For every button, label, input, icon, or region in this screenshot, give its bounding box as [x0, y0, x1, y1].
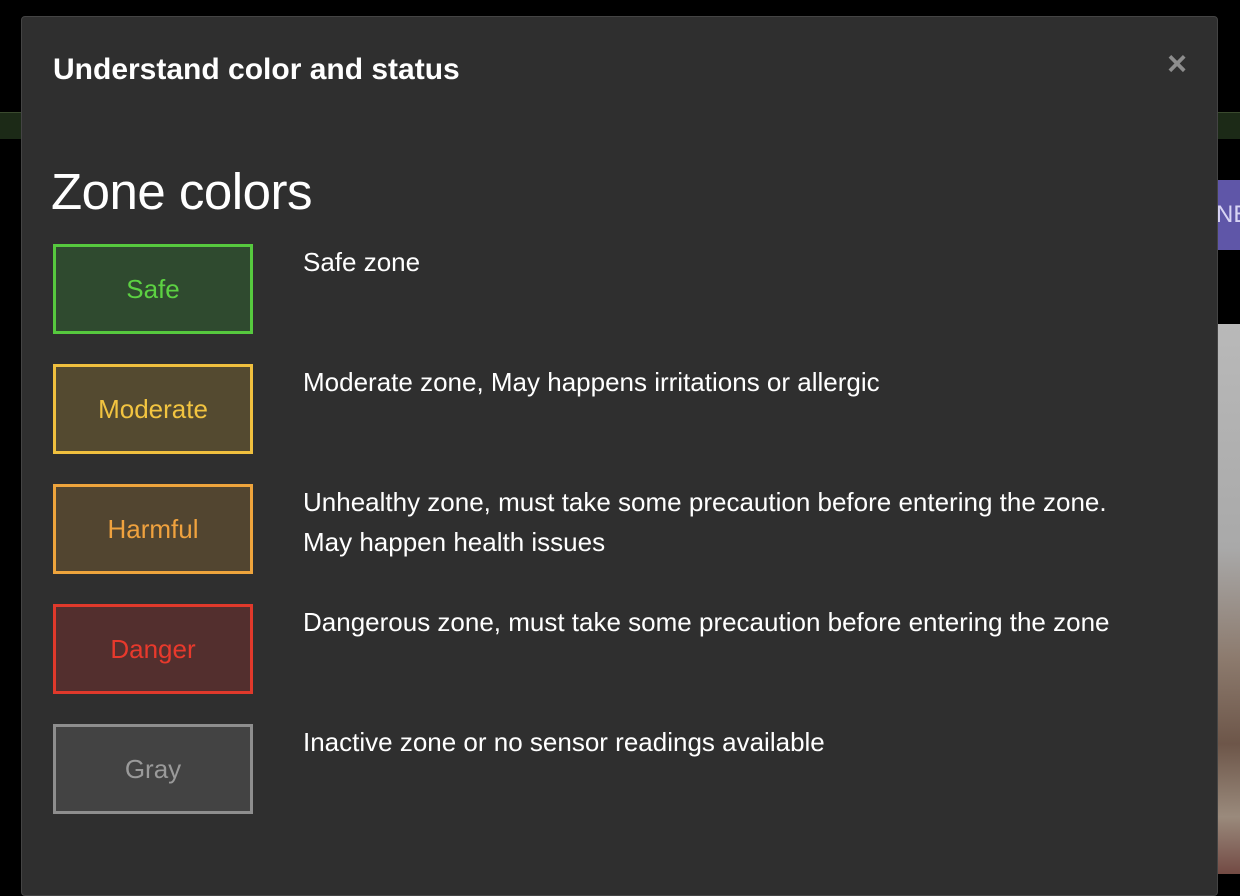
legend-row-moderate: Moderate Moderate zone, May happens irri…: [53, 364, 1153, 454]
modal-title: Understand color and status: [53, 53, 460, 86]
legend-row-danger: Danger Dangerous zone, must take some pr…: [53, 604, 1153, 694]
background-image: [1216, 324, 1240, 874]
zone-swatch-danger: Danger: [53, 604, 253, 694]
zone-swatch-safe: Safe: [53, 244, 253, 334]
close-icon[interactable]: ×: [1163, 47, 1191, 81]
zone-description-danger: Dangerous zone, must take some precautio…: [303, 607, 1110, 637]
legend-row-harmful: Harmful Unhealthy zone, must take some p…: [53, 484, 1153, 574]
zone-swatch-moderate: Moderate: [53, 364, 253, 454]
color-status-modal: Understand color and status × Zone color…: [21, 16, 1218, 896]
legend-row-gray: Gray Inactive zone or no sensor readings…: [53, 724, 1153, 814]
zone-description-harmful: Unhealthy zone, must take some precautio…: [303, 487, 1107, 557]
zone-description-moderate: Moderate zone, May happens irritations o…: [303, 367, 880, 397]
zone-description-gray: Inactive zone or no sensor readings avai…: [303, 727, 825, 757]
zone-description-safe: Safe zone: [303, 247, 421, 277]
zone-swatch-harmful: Harmful: [53, 484, 253, 574]
zone-swatch-gray: Gray: [53, 724, 253, 814]
section-heading-zone-colors: Zone colors: [51, 163, 312, 220]
legend-row-safe: Safe Safe zone: [53, 244, 1153, 334]
